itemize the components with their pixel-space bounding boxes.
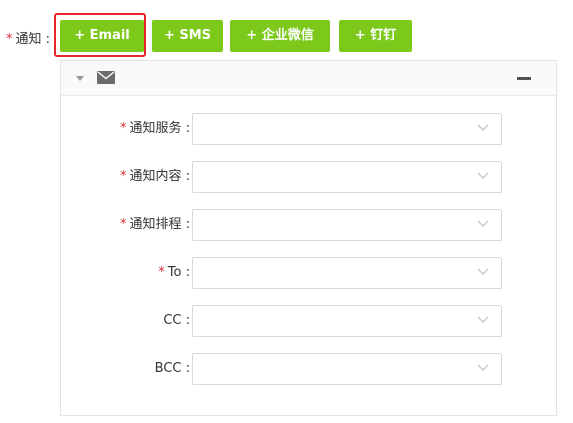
to-select[interactable] [192, 257, 502, 289]
chevron-down-icon [477, 124, 489, 131]
add-dingtalk-button[interactable]: + 钉钉 [339, 20, 412, 52]
required-mark: * [119, 169, 127, 184]
add-sms-button[interactable]: + SMS [152, 20, 223, 52]
field-label: BCC : [154, 361, 190, 376]
form-row-schedule: * 通知排程 : [61, 209, 556, 241]
form-row-to: * To : [61, 257, 556, 289]
required-mark: * [158, 265, 165, 280]
chevron-down-icon [477, 316, 489, 323]
notify-label-text: 通知 : [15, 32, 51, 47]
form-row-content: * 通知内容 : [61, 161, 556, 193]
notify-content-select[interactable] [192, 161, 502, 193]
field-label: CC : [163, 313, 190, 328]
chevron-down-icon [477, 268, 489, 275]
field-label-text: 通知内容 : [129, 169, 190, 184]
notify-schedule-select[interactable] [192, 209, 502, 241]
form-row-service: * 通知服务 : [61, 113, 556, 145]
field-label-text: 通知服务 : [129, 121, 190, 136]
email-config-panel: * 通知服务 : * 通知内容 : * 通知排程 : * To : CC : BCC : [60, 60, 557, 416]
cc-select[interactable] [192, 305, 502, 337]
collapse-icon[interactable] [517, 77, 531, 80]
chevron-down-icon [477, 172, 489, 179]
add-wecom-button[interactable]: + 企业微信 [230, 20, 330, 52]
panel-header [61, 61, 556, 96]
chevron-down-icon [477, 364, 489, 371]
field-label: * 通知排程 : [120, 209, 190, 241]
form-row-bcc: BCC : [61, 353, 556, 385]
field-label-text: To : [167, 265, 190, 280]
field-label-text: 通知排程 : [129, 217, 190, 232]
bcc-select[interactable] [192, 353, 502, 385]
required-mark: * [6, 32, 13, 47]
required-mark: * [119, 121, 127, 136]
field-label: * To : [158, 257, 190, 289]
required-mark: * [119, 217, 127, 232]
notify-label: * 通知 : [6, 28, 50, 47]
mail-icon [97, 71, 115, 88]
chevron-down-icon [477, 220, 489, 227]
notify-service-select[interactable] [192, 113, 502, 145]
form-row-cc: CC : [61, 305, 556, 337]
add-email-button[interactable]: + Email [60, 20, 144, 52]
field-label: * 通知服务 : [120, 113, 190, 145]
field-label: * 通知内容 : [120, 161, 190, 193]
caret-down-icon[interactable] [76, 76, 84, 81]
